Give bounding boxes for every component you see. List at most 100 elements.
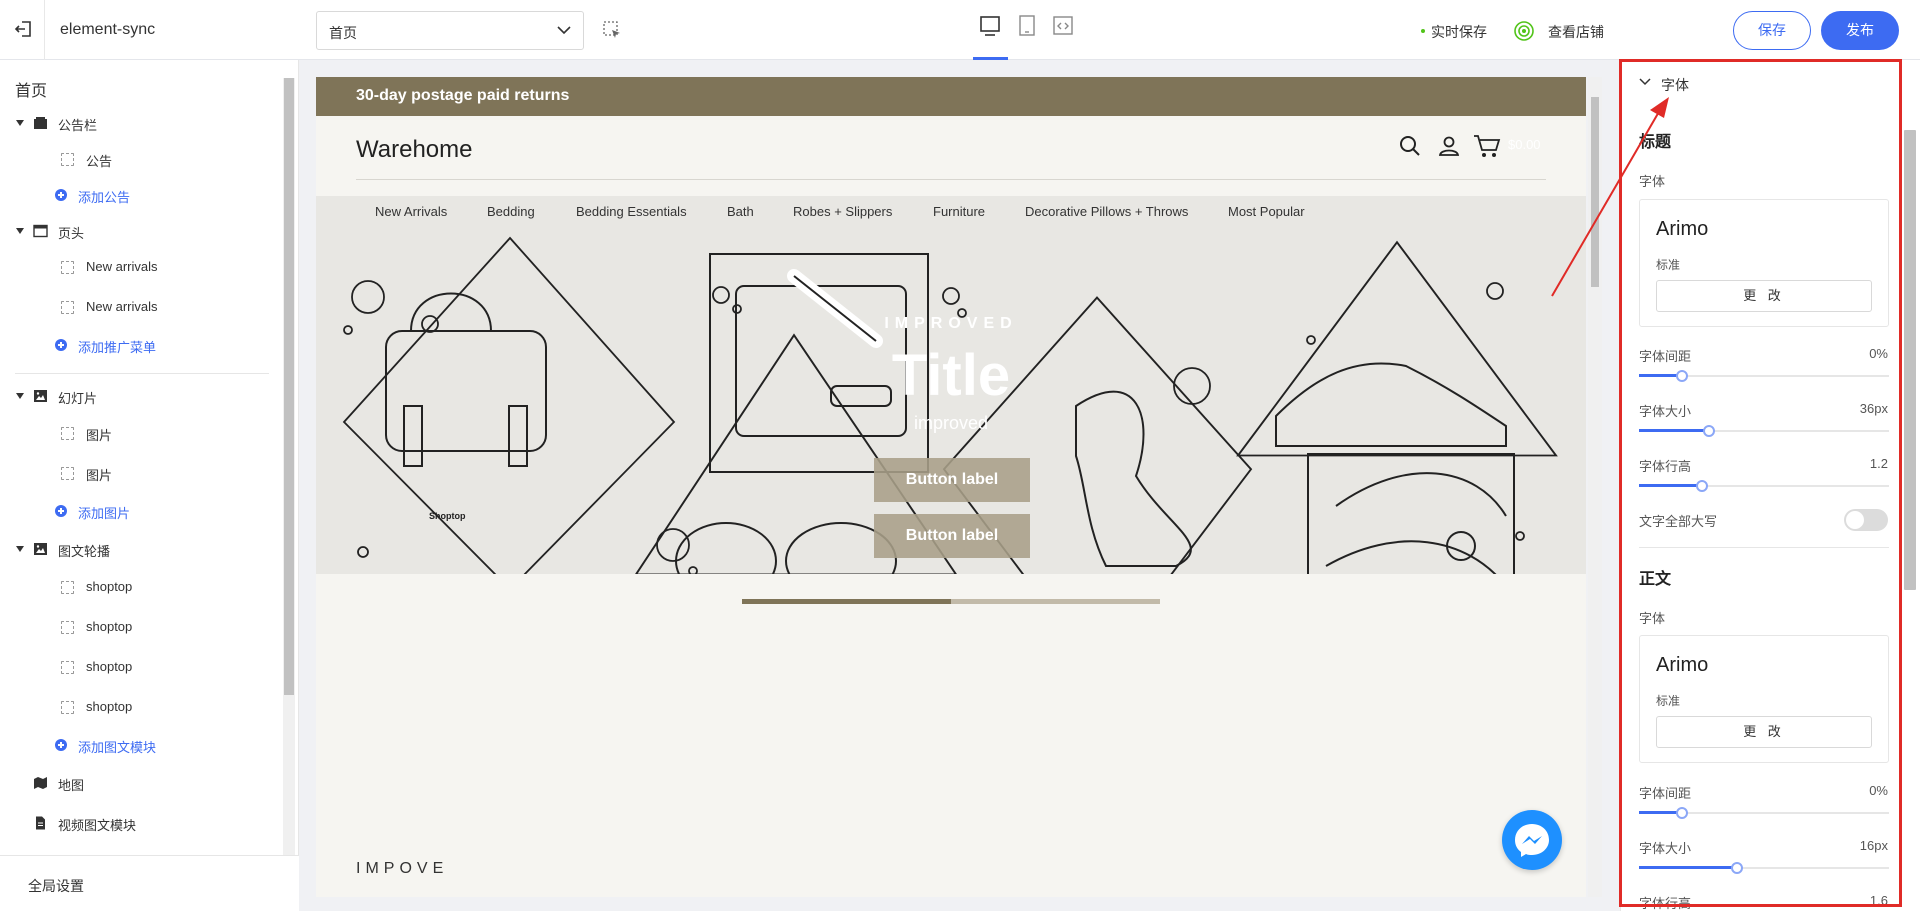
slider-handle[interactable] [1675, 807, 1688, 819]
sidebar-scrollbar[interactable] [283, 78, 295, 858]
plus-icon [55, 739, 67, 751]
tree-item-label: shoptop [86, 579, 133, 594]
tree-group-carousel[interactable]: 图文轮播 [0, 531, 280, 567]
body-spacing-slider[interactable] [1639, 807, 1889, 819]
select-area-icon[interactable] [602, 20, 622, 40]
announcement-bar[interactable]: 30-day postage paid returns [316, 77, 1586, 116]
tree-group-map[interactable]: 地图 [0, 765, 280, 801]
hero-button-primary[interactable]: Button label [874, 458, 1030, 502]
nav-link[interactable]: Bath [727, 204, 754, 219]
preview-scrollbar[interactable] [1588, 77, 1602, 897]
store-preview[interactable]: 30-day postage paid returns Warehome $0.… [316, 77, 1586, 897]
store-logo[interactable]: Warehome [356, 136, 472, 164]
add-promo-menu-button[interactable]: 添加推广菜单 [0, 327, 280, 363]
page-select-value: 首页 [329, 25, 357, 41]
slider-fill [1639, 866, 1737, 869]
tree-group-label: 视频图文模块 [58, 818, 137, 833]
heading-lineheight-label: 字体行高 [1639, 459, 1692, 474]
store-header[interactable]: Warehome [316, 116, 1586, 196]
heading-spacing-slider[interactable] [1639, 370, 1889, 382]
slider-handle[interactable] [1703, 425, 1715, 437]
divider [1639, 547, 1889, 548]
tree-item[interactable]: shoptop [0, 689, 280, 725]
caret-down-icon[interactable] [16, 393, 24, 399]
heading-font-label: 字体 [1639, 174, 1666, 189]
tree-item[interactable]: shoptop [0, 649, 280, 685]
code-view-icon[interactable] [1052, 14, 1074, 38]
exit-icon[interactable] [13, 18, 35, 40]
body-size-slider[interactable] [1639, 862, 1889, 874]
hero-title: Title [891, 343, 1011, 408]
divider [356, 179, 1546, 180]
messenger-button[interactable] [1502, 810, 1562, 870]
cart-icon[interactable] [1473, 133, 1501, 159]
scroll-thumb[interactable] [284, 78, 294, 695]
slide-progress-bar[interactable] [742, 599, 1160, 604]
tree-item[interactable]: New arrivals [0, 249, 280, 285]
tree-item[interactable]: shoptop [0, 609, 280, 645]
tree-item[interactable]: 图片 [0, 455, 280, 491]
heading-spacing-label: 字体间距 [1639, 349, 1692, 364]
nav-link[interactable]: Bedding Essentials [576, 204, 687, 219]
body-size-label: 字体大小 [1639, 841, 1692, 856]
panel-section-title[interactable]: 字体 [1661, 75, 1689, 95]
page-select[interactable]: 首页 [316, 11, 584, 50]
nav-link[interactable]: New Arrivals [375, 204, 447, 219]
hero-button-secondary[interactable]: Button label [874, 514, 1030, 558]
caret-down-icon[interactable] [16, 228, 24, 234]
add-announcement-button[interactable]: 添加公告 [0, 177, 280, 213]
chevron-down-icon[interactable] [1639, 77, 1651, 87]
nav-link[interactable]: Furniture [933, 204, 985, 219]
tree-item-label: 公告 [86, 154, 113, 169]
add-label: 添加推广菜单 [78, 340, 157, 355]
account-icon[interactable] [1437, 134, 1461, 158]
body-spacing-value: 0% [1869, 783, 1888, 798]
view-store-link[interactable]: 查看店铺 [1548, 22, 1604, 42]
messenger-icon [1515, 824, 1549, 857]
add-image-button[interactable]: 添加图片 [0, 493, 280, 529]
autosave-status: 实时保存 [1421, 22, 1487, 42]
scroll-thumb[interactable] [1591, 97, 1599, 287]
tree-item[interactable]: shoptop [0, 569, 280, 605]
tree-group-header[interactable]: 页头 [0, 213, 280, 249]
tablet-view-icon[interactable] [1016, 14, 1038, 38]
nav-link[interactable]: Decorative Pillows + Throws [1025, 204, 1188, 219]
search-icon[interactable] [1398, 134, 1422, 158]
global-settings-button[interactable]: 全局设置 [0, 855, 299, 911]
block-icon [61, 301, 74, 314]
body-font-card: Arimo 标准 更 改 [1639, 635, 1889, 763]
body-change-font-button[interactable]: 更 改 [1656, 716, 1872, 748]
tree-group-video[interactable]: 视频图文模块 [0, 805, 280, 841]
slider-handle[interactable] [1695, 480, 1708, 492]
tree-group-slideshow[interactable]: 幻灯片 [0, 378, 280, 414]
slider-handle[interactable] [1675, 370, 1688, 382]
tree-group-label: 幻灯片 [58, 391, 98, 406]
panel-scrollbar[interactable] [1904, 130, 1916, 590]
tree-item[interactable]: 公告 [0, 141, 280, 177]
caret-down-icon[interactable] [16, 120, 24, 126]
heading-font-style: 标准 [1656, 258, 1681, 272]
hero-slideshow[interactable]: Shoptop IMPROVED Title improved Button l… [316, 226, 1586, 574]
tree-group-label: 公告栏 [58, 118, 98, 133]
uppercase-toggle[interactable] [1844, 509, 1888, 531]
add-image-text-block-button[interactable]: 添加图文模块 [0, 727, 280, 763]
tree-item[interactable]: New arrivals [0, 289, 280, 325]
tree-group-label: 页头 [58, 226, 85, 241]
slider-handle[interactable] [1730, 862, 1743, 874]
map-icon [34, 777, 47, 789]
save-button[interactable]: 保存 [1733, 11, 1811, 50]
tree-item-label: shoptop [86, 619, 133, 634]
eye-icon[interactable] [1513, 20, 1535, 42]
heading-change-font-button[interactable]: 更 改 [1656, 280, 1872, 312]
nav-link[interactable]: Most Popular [1228, 204, 1305, 219]
publish-button[interactable]: 发布 [1821, 11, 1899, 50]
caret-down-icon[interactable] [16, 546, 24, 552]
nav-link[interactable]: Bedding [487, 204, 535, 219]
heading-lineheight-slider[interactable] [1639, 480, 1889, 492]
heading-size-slider[interactable] [1639, 425, 1889, 437]
desktop-view-icon[interactable] [979, 14, 1001, 38]
tree-item[interactable]: 图片 [0, 415, 280, 451]
tree-group-announcement[interactable]: 公告栏 [0, 105, 280, 141]
nav-link[interactable]: Robes + Slippers [793, 204, 892, 219]
body-size-value: 16px [1859, 838, 1888, 853]
